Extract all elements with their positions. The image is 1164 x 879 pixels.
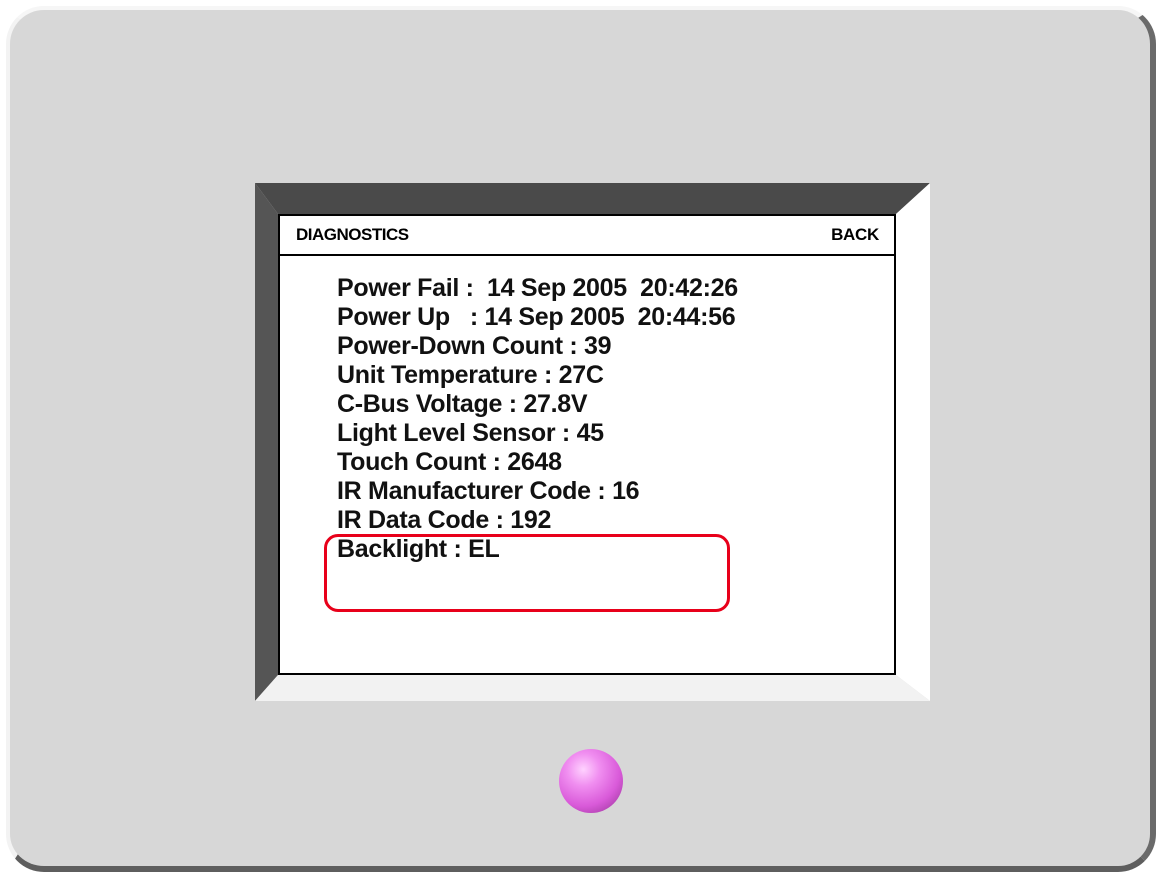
diagnostics-screen: DIAGNOSTICS BACK Power Fail : 14 Sep 200… [278,214,896,675]
power-fail-row: Power Fail : 14 Sep 2005 20:42:26 [337,274,738,302]
unit-temperature-row: Unit Temperature : 27C [337,361,604,389]
ir-manufacturer-code-row: IR Manufacturer Code : 16 [337,477,640,505]
light-level-sensor-row: Light Level Sensor : 45 [337,419,604,447]
power-up-row: Power Up : 14 Sep 2005 20:44:56 [337,303,736,331]
home-button[interactable] [559,749,623,813]
ir-codes-highlight [324,534,730,612]
cbus-voltage-row: C-Bus Voltage : 27.8V [337,390,588,418]
touch-count-row: Touch Count : 2648 [337,448,562,476]
header-divider [280,254,894,256]
page-title: DIAGNOSTICS [296,225,409,244]
ir-data-code-row: IR Data Code : 192 [337,506,552,534]
back-button[interactable]: BACK [831,225,879,245]
power-down-count-row: Power-Down Count : 39 [337,332,612,360]
diagnostics-list: Power Fail : 14 Sep 2005 20:42:26 Power … [337,274,738,564]
